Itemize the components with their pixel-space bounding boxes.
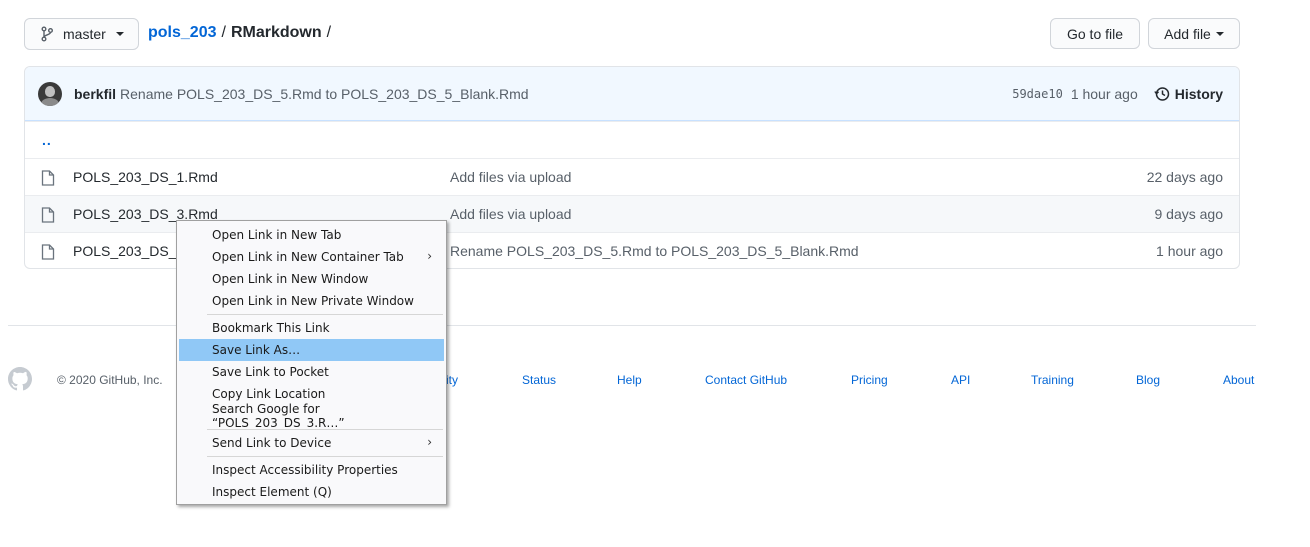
- parent-directory-row[interactable]: ..: [25, 121, 1239, 158]
- commit-age: 1 hour ago: [1070, 86, 1138, 102]
- menu-item-send-to-device[interactable]: Send Link to Device ›: [179, 432, 444, 454]
- menu-item-open-private-window[interactable]: Open Link in New Private Window: [179, 290, 444, 312]
- current-directory: RMarkdown: [230, 24, 322, 41]
- chevron-right-icon: ›: [427, 435, 432, 449]
- menu-item-inspect-accessibility[interactable]: Inspect Accessibility Properties: [179, 459, 444, 481]
- breadcrumb: pols_203 / RMarkdown /: [148, 24, 336, 42]
- parent-directory-link[interactable]: ..: [42, 132, 52, 148]
- github-logo-icon[interactable]: [8, 367, 32, 391]
- chevron-down-icon: [115, 32, 124, 36]
- repo-link[interactable]: pols_203: [148, 24, 216, 42]
- footer-link-help[interactable]: Help: [617, 373, 642, 387]
- menu-item-search-google[interactable]: Search Google for “POLS_203_DS_3.R…”: [179, 402, 444, 430]
- menu-item-label: Save Link to Pocket: [212, 365, 329, 379]
- footer-link-status[interactable]: Status: [522, 373, 556, 387]
- file-age: 9 days ago: [1154, 206, 1224, 222]
- chevron-right-icon: ›: [427, 249, 432, 263]
- file-age: 22 days ago: [1146, 169, 1223, 185]
- branch-label: master: [63, 26, 106, 42]
- menu-item-label: Open Link in New Window: [212, 272, 369, 286]
- menu-item-label: Open Link in New Container Tab: [212, 250, 404, 264]
- menu-item-label: Inspect Accessibility Properties: [212, 463, 398, 477]
- footer-link-contact[interactable]: Contact GitHub: [705, 373, 787, 387]
- chevron-down-icon: [1215, 31, 1224, 36]
- commit-sha[interactable]: 59dae10: [1012, 87, 1063, 101]
- footer-link-pricing[interactable]: Pricing: [851, 373, 888, 387]
- go-to-file-button[interactable]: Go to file: [1050, 18, 1140, 49]
- file-icon: [41, 207, 55, 223]
- avatar[interactable]: [38, 81, 62, 106]
- history-icon: [1154, 87, 1170, 101]
- footer-link-security[interactable]: ity: [446, 373, 458, 387]
- history-link[interactable]: History: [1154, 86, 1223, 102]
- menu-item-label: Open Link in New Private Window: [212, 294, 414, 308]
- menu-item-label: Inspect Element (Q): [212, 485, 332, 499]
- menu-item-save-to-pocket[interactable]: Save Link to Pocket: [179, 361, 444, 383]
- footer-link-about[interactable]: About: [1223, 373, 1254, 387]
- file-name-link[interactable]: POLS_203_DS_5_: [73, 243, 192, 259]
- file-name-link[interactable]: POLS_203_DS_1.Rmd: [73, 169, 218, 185]
- breadcrumb-separator: /: [326, 24, 332, 41]
- menu-item-label: Copy Link Location: [212, 387, 326, 401]
- commit-author[interactable]: berkfil: [74, 86, 116, 102]
- footer-link-training[interactable]: Training: [1031, 373, 1074, 387]
- menu-item-open-new-tab[interactable]: Open Link in New Tab: [179, 224, 444, 246]
- menu-item-label: Open Link in New Tab: [212, 228, 342, 242]
- commit-meta: 59dae10 1 hour ago History: [1012, 67, 1223, 121]
- menu-item-inspect-element[interactable]: Inspect Element (Q): [179, 481, 444, 503]
- file-icon: [41, 244, 55, 260]
- menu-item-label: Bookmark This Link: [212, 321, 330, 335]
- add-file-button[interactable]: Add file: [1148, 18, 1240, 49]
- menu-separator: [207, 429, 443, 430]
- breadcrumb-separator: /: [221, 24, 226, 41]
- copyright-text: © 2020 GitHub, Inc.: [57, 373, 163, 387]
- context-menu: Open Link in New Tab Open Link in New Co…: [176, 220, 447, 505]
- menu-item-open-container-tab[interactable]: Open Link in New Container Tab ›: [179, 246, 444, 268]
- menu-item-save-link-as[interactable]: Save Link As…: [179, 339, 444, 361]
- table-row[interactable]: POLS_203_DS_1.Rmd Add files via upload 2…: [25, 158, 1239, 195]
- go-to-file-label: Go to file: [1066, 25, 1124, 42]
- file-age: 1 hour ago: [1156, 243, 1223, 259]
- menu-item-label: Save Link As…: [212, 343, 301, 357]
- file-commit-message[interactable]: Add files via upload: [450, 206, 571, 222]
- commit-message[interactable]: Rename POLS_203_DS_5.Rmd to POLS_203_DS_…: [120, 86, 529, 102]
- file-commit-message[interactable]: Rename POLS_203_DS_5.Rmd to POLS_203_DS_…: [450, 243, 859, 259]
- menu-separator: [207, 456, 443, 457]
- footer-link-blog[interactable]: Blog: [1136, 373, 1160, 387]
- add-file-label: Add file: [1164, 25, 1211, 42]
- menu-item-open-new-window[interactable]: Open Link in New Window: [179, 268, 444, 290]
- history-label: History: [1174, 86, 1223, 102]
- file-icon: [41, 170, 55, 186]
- footer-link-api[interactable]: API: [951, 373, 970, 387]
- branch-select-button[interactable]: master: [24, 18, 139, 50]
- menu-separator: [207, 314, 443, 315]
- menu-item-label: Send Link to Device: [212, 436, 332, 450]
- git-branch-icon: [41, 26, 53, 42]
- menu-item-bookmark-link[interactable]: Bookmark This Link: [179, 317, 444, 339]
- latest-commit-bar: berkfil Rename POLS_203_DS_5.Rmd to POLS…: [25, 67, 1239, 121]
- menu-item-label: Search Google for “POLS_203_DS_3.R…”: [212, 402, 345, 430]
- file-commit-message[interactable]: Add files via upload: [450, 169, 571, 185]
